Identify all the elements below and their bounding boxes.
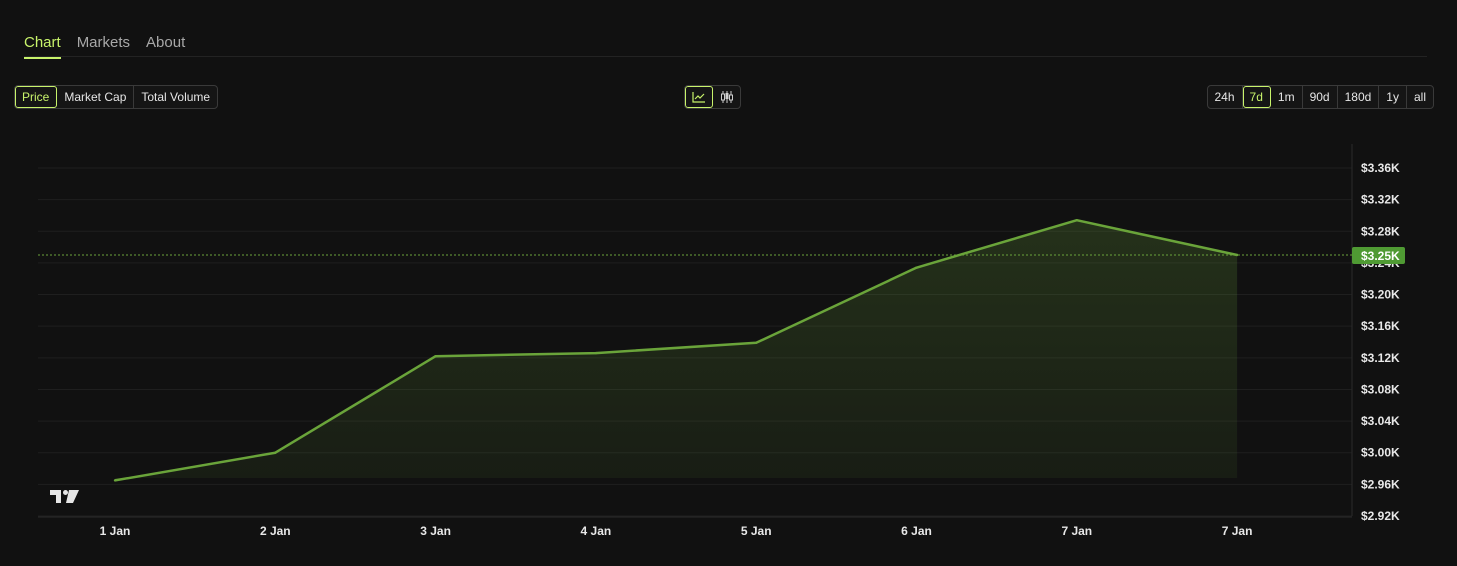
price-point [274,451,277,454]
total-volume-button[interactable]: Total Volume [134,86,217,108]
range-7d-button[interactable]: 7d [1242,86,1271,108]
tradingview-logo-icon [50,490,79,503]
price-point [1075,219,1079,222]
price-button[interactable]: Price [15,86,58,108]
range-24h-button[interactable]: 24h [1208,86,1243,108]
current-price-label: $3.25K [1361,249,1400,263]
x-tick-label: 6 Jan [901,524,932,538]
y-tick-label: $2.96K [1361,477,1400,491]
price-point [113,479,117,482]
line-chart-icon [691,92,705,103]
price-point [434,355,437,358]
y-tick-label: $3.36K [1361,161,1400,175]
price-point [1235,253,1239,257]
time-range-selector: 24h 7d 1m 90d 180d 1y all [1206,85,1434,109]
x-tick-label: 7 Jan [1222,524,1253,538]
y-tick-label: $3.12K [1361,351,1400,365]
metric-selector: Price Market Cap Total Volume [14,85,219,109]
range-all-button[interactable]: all [1407,86,1433,108]
y-tick-label: $3.32K [1361,193,1400,207]
tabs-divider [24,56,1427,57]
price-point [594,351,598,355]
price-point [915,266,918,269]
range-90d-button[interactable]: 90d [1303,86,1338,108]
range-1m-button[interactable]: 1m [1271,86,1303,108]
price-area [115,220,1238,481]
y-tick-label: $3.04K [1361,414,1400,428]
line-chart-button[interactable] [685,86,713,108]
y-tick-label: $3.28K [1361,224,1400,238]
range-180d-button[interactable]: 180d [1338,86,1380,108]
x-tick-label: 3 Jan [420,524,451,538]
market-cap-button[interactable]: Market Cap [57,86,135,108]
y-tick-label: $3.20K [1361,288,1400,302]
candlestick-icon [720,91,733,103]
x-tick-label: 4 Jan [581,524,612,538]
x-tick-label: 5 Jan [741,524,772,538]
y-tick-label: $3.08K [1361,382,1400,396]
x-tick-label: 1 Jan [100,524,131,538]
price-point [755,341,758,344]
x-tick-label: 7 Jan [1061,524,1092,538]
chart-type-selector [684,85,741,109]
range-1y-button[interactable]: 1y [1379,86,1407,108]
price-chart[interactable]: $3.36K$3.32K$3.28K$3.24K$3.20K$3.16K$3.1… [0,130,1457,566]
candlestick-button[interactable] [713,86,740,108]
x-tick-label: 2 Jan [260,524,291,538]
y-tick-label: $3.16K [1361,319,1400,333]
y-tick-label: $2.92K [1361,509,1400,523]
y-tick-label: $3.00K [1361,446,1400,460]
